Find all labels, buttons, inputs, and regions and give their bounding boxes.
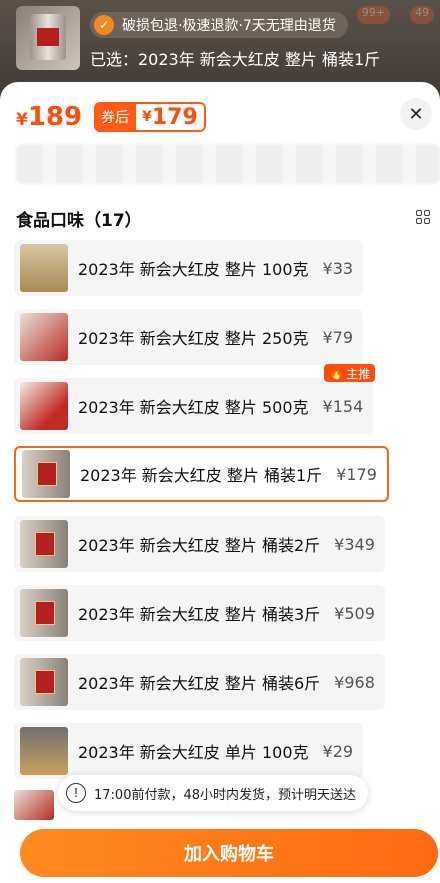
option-price: ¥509 xyxy=(334,603,375,623)
option-thumbnail xyxy=(20,244,68,292)
selected-product-thumbnail[interactable] xyxy=(16,6,80,70)
option-price: ¥33 xyxy=(322,258,354,278)
section-title: 食品口味（17） xyxy=(16,211,142,231)
sku-option[interactable]: 2023年 新会大红皮 整片 桶装2斤 ¥349 xyxy=(14,516,385,572)
option-thumbnail xyxy=(20,382,68,430)
option-name: 2023年 新会大红皮 整片 桶装2斤 xyxy=(78,536,321,555)
address-bar[interactable] xyxy=(16,144,440,184)
sku-option[interactable]: 2023年 新会大红皮 单片 100克 ¥29 xyxy=(14,723,364,779)
option-name: 2023年 新会大红皮 整片 桶装6斤 xyxy=(78,674,321,693)
option-price: ¥349 xyxy=(334,534,375,554)
option-thumbnail xyxy=(20,589,68,637)
option-thumbnail xyxy=(20,658,68,706)
option-name: 2023年 新会大红皮 单片 100克 xyxy=(78,743,309,762)
badge: 99+ xyxy=(356,6,390,24)
current-price: ¥189 xyxy=(16,102,83,132)
guarantee-text: 破损包退·极速退款·7天无理由退货 xyxy=(122,18,336,34)
selected-variant-text: 已选：2023年 新会大红皮 整片 桶装1斤 xyxy=(90,50,381,69)
option-thumbnail xyxy=(20,727,68,775)
price-row: ¥189 券后 ¥179 xyxy=(16,102,206,132)
grid-view-icon[interactable] xyxy=(416,210,430,224)
option-name: 2023年 新会大红皮 整片 桶装3斤 xyxy=(78,605,321,624)
option-name: 2023年 新会大红皮 整片 500克 xyxy=(78,398,309,417)
recommend-badge: 🔥 主推 xyxy=(324,364,376,382)
shield-check-icon: ✓ xyxy=(94,15,114,35)
coupon-price: ¥179 xyxy=(136,102,206,132)
sku-option-selected[interactable]: 2023年 新会大红皮 整片 桶装1斤 ¥179 xyxy=(14,446,389,502)
coupon-price-tag: 券后 ¥179 xyxy=(94,102,206,132)
exclamation-icon: ! xyxy=(66,783,86,803)
option-thumbnail xyxy=(20,313,68,361)
option-price: ¥154 xyxy=(322,396,364,416)
sku-option[interactable]: 2023年 新会大红皮 整片 桶装3斤 ¥509 xyxy=(14,585,385,641)
option-name: 2023年 新会大红皮 整片 250克 xyxy=(78,329,309,348)
option-price: ¥968 xyxy=(334,672,375,692)
sku-option[interactable]: 2023年 新会大红皮 整片 100克 ¥33 xyxy=(14,240,364,296)
flame-icon: 🔥 xyxy=(329,366,345,380)
option-price: ¥29 xyxy=(322,741,354,761)
option-name: 2023年 新会大红皮 整片 100克 xyxy=(78,260,309,279)
option-thumbnail xyxy=(20,520,68,568)
coupon-label: 券后 xyxy=(94,102,137,132)
sku-option[interactable]: 2023年 新会大红皮 整片 桶装6斤 ¥968 xyxy=(14,654,385,710)
guarantee-banner[interactable]: ✓ 破损包退·极速退款·7天无理由退货 xyxy=(90,12,348,38)
option-thumbnail xyxy=(22,450,70,498)
add-to-cart-button[interactable]: 加入购物车 xyxy=(20,829,438,877)
option-thumbnail xyxy=(14,790,54,820)
sku-option[interactable]: 2023年 新会大红皮 整片 250克 ¥79 xyxy=(14,309,364,365)
badge: 49 xyxy=(410,6,434,24)
delivery-notice: ! 17:00前付款，48小时内发货，预计明天送达 xyxy=(58,775,369,811)
sku-option[interactable]: 2023年 新会大红皮 整片 500克 ¥154 🔥 主推 xyxy=(14,364,376,434)
option-price: ¥179 xyxy=(336,464,377,484)
close-icon[interactable]: ✕ xyxy=(400,98,432,130)
option-price: ¥79 xyxy=(322,327,354,347)
delivery-notice-text: 17:00前付款，48小时内发货，预计明天送达 xyxy=(94,787,357,803)
option-name: 2023年 新会大红皮 整片 桶装1斤 xyxy=(80,466,323,485)
